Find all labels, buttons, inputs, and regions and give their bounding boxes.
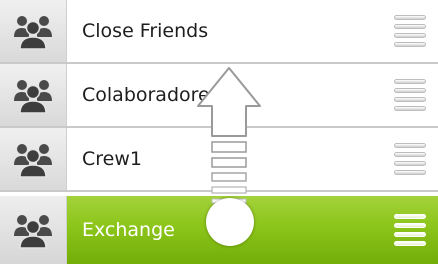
group-name: Exchange [82, 219, 175, 241]
group-icon [14, 215, 52, 249]
group-name: Close Friends [82, 20, 209, 42]
touch-point-indicator [206, 198, 254, 246]
group-name: Crew1 [82, 148, 142, 170]
group-row-close-friends[interactable]: Close Friends [0, 0, 438, 62]
group-list-screen: Close Friends Colaboradores Crew1 Exchan… [0, 0, 438, 264]
group-icon [14, 80, 52, 114]
group-avatar [0, 196, 67, 264]
group-avatar [0, 64, 67, 126]
drag-handle-icon[interactable] [394, 15, 426, 47]
group-icon [14, 16, 52, 50]
drag-handle-icon[interactable] [394, 214, 426, 246]
group-avatar [0, 128, 67, 190]
drag-handle-icon[interactable] [394, 79, 426, 111]
group-avatar [0, 0, 67, 62]
group-icon [14, 144, 52, 178]
drag-handle-icon[interactable] [394, 143, 426, 175]
